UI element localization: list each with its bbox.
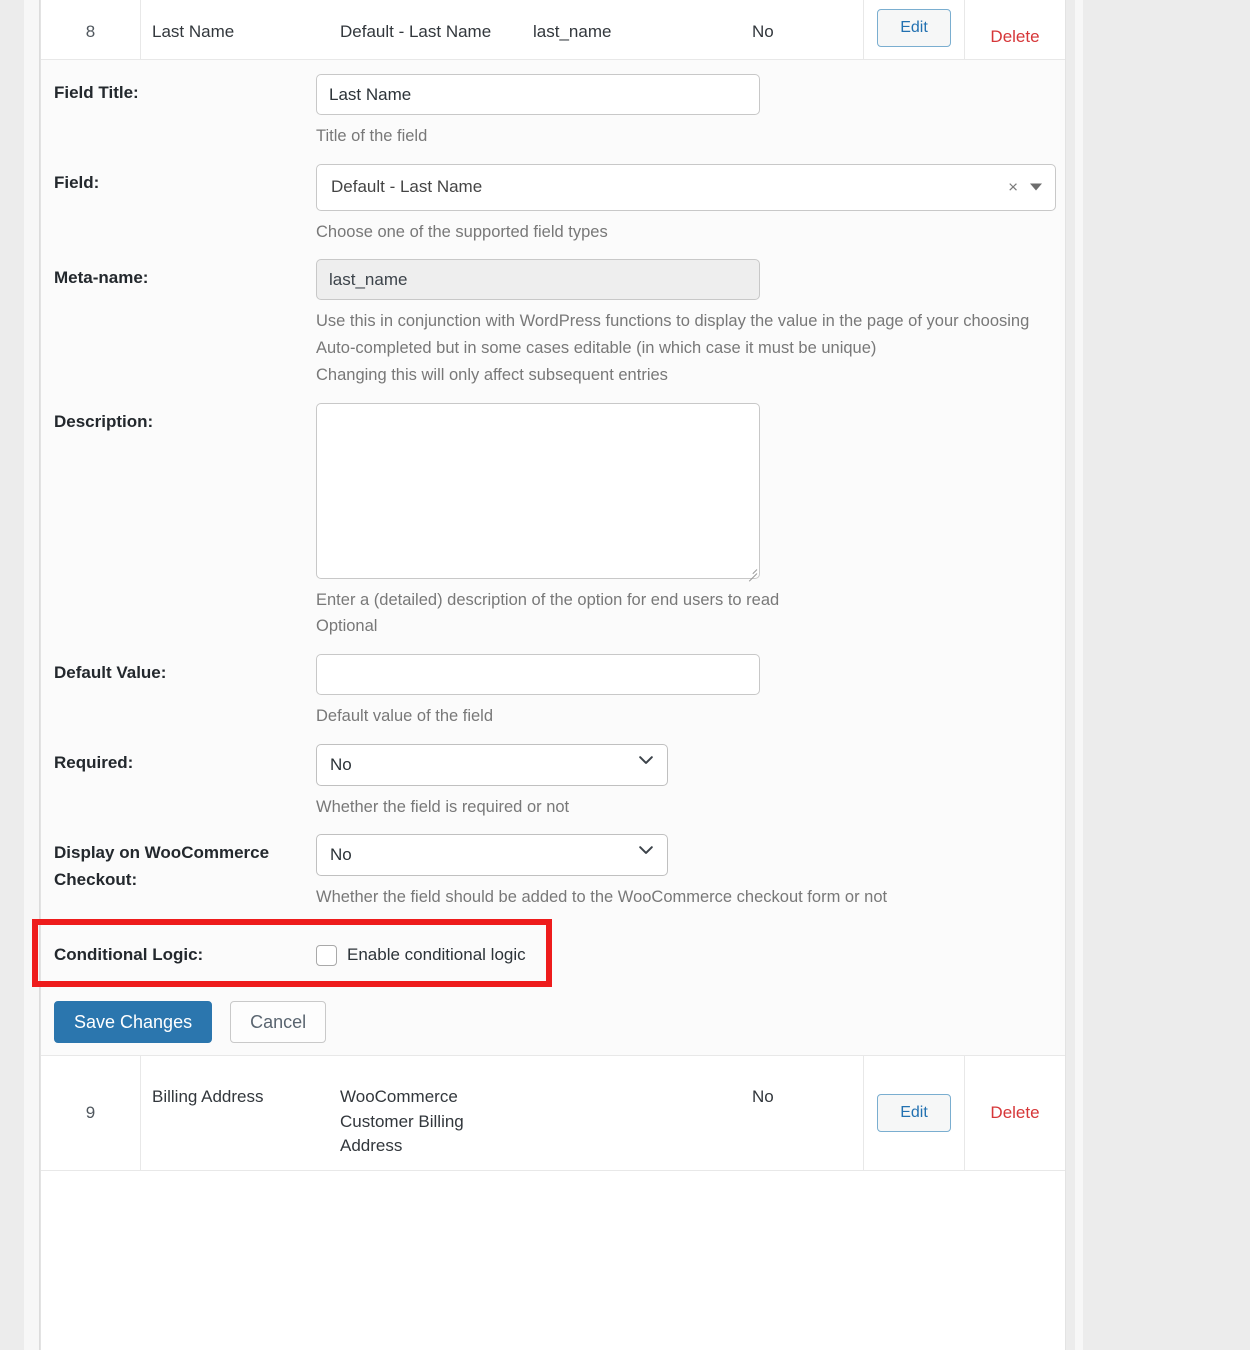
row-field-type: WooCommerce Customer Billing Address (340, 1087, 464, 1156)
page-left-gutter (0, 0, 24, 1350)
field-title-hint: Title of the field (316, 127, 428, 145)
row-required: No (752, 1087, 774, 1107)
page-left-rail (24, 0, 40, 1350)
form-row-meta-name: Meta-name: Use this in conjunction with … (41, 245, 1065, 388)
description-label: Description: (54, 411, 154, 431)
row-required: No (752, 22, 774, 41)
page-right-separator (1075, 0, 1083, 1350)
field-hint: Choose one of the supported field types (316, 222, 608, 241)
field-select-value: Default - Last Name (331, 177, 483, 197)
required-select-value: No (330, 754, 352, 774)
field-title-input[interactable] (316, 74, 760, 115)
delete-link[interactable]: Delete (990, 27, 1039, 47)
form-row-field-title: Field Title: Title of the field (41, 60, 1065, 150)
row-delete-cell: Delete (964, 1056, 1065, 1171)
row-edit-cell: Edit (863, 0, 964, 59)
required-select[interactable]: No (316, 743, 668, 786)
enable-conditional-logic-checkbox[interactable] (316, 944, 337, 966)
row-field-type: Default - Last Name (340, 22, 492, 41)
default-value-input[interactable] (316, 654, 760, 696)
cancel-button[interactable]: Cancel (230, 1001, 327, 1044)
clear-icon[interactable]: × (1008, 179, 1018, 196)
meta-name-hint-3: Changing this will only affect subsequen… (316, 365, 668, 384)
woocommerce-checkout-select-wrap: No (316, 834, 668, 877)
meta-name-hint-2: Auto-completed but in some cases editabl… (316, 339, 877, 358)
field-select[interactable]: Default - Last Name × (316, 163, 1056, 211)
required-label: Required: (54, 752, 134, 772)
fields-table-card: 8 Last Name Default - Last Name last_nam… (32, 0, 1066, 1350)
woocommerce-checkout-select-value: No (330, 845, 352, 865)
form-row-required: Required: No Whether the field is requir… (41, 730, 1065, 821)
description-textarea-wrap (316, 402, 760, 582)
field-title-label: Field Title: (54, 83, 139, 102)
field-edit-form: Field Title: Title of the field Field: D… (32, 60, 1065, 1057)
delete-link[interactable]: Delete (990, 1103, 1039, 1123)
edit-button[interactable]: Edit (877, 1094, 951, 1133)
chevron-down-icon[interactable] (1030, 183, 1042, 191)
description-control: Enter a (detailed) description of the op… (316, 389, 1065, 640)
row-field-title: Billing Address (140, 1056, 340, 1171)
woocommerce-checkout-control: No Whether the field should be added to … (316, 820, 1065, 911)
edit-button[interactable]: Edit (877, 9, 951, 47)
form-row-woocommerce-checkout: Display on WooCommerce Checkout: No Whet… (41, 820, 1065, 911)
meta-name-input[interactable] (316, 259, 760, 301)
meta-name-control: Use this in conjunction with WordPress f… (316, 245, 1065, 388)
row-meta-name: last_name (533, 22, 612, 41)
field-control: Default - Last Name × Choose one of the … (316, 150, 1065, 246)
form-row-default-value: Default Value: Default value of the fiel… (41, 640, 1065, 730)
woocommerce-checkout-select[interactable]: No (316, 834, 668, 877)
conditional-logic-inner: Conditional Logic: Enable conditional lo… (41, 927, 1065, 983)
description-hint-2: Optional (316, 617, 378, 636)
row-edit-cell: Edit (863, 1056, 964, 1171)
woocommerce-checkout-hint: Whether the field should be added to the… (316, 888, 888, 907)
form-row-description: Description: Enter a (detailed) descript… (41, 389, 1065, 640)
default-value-label: Default Value: (54, 663, 167, 683)
default-value-control: Default value of the field (316, 640, 1065, 730)
required-select-wrap: No (316, 743, 668, 786)
table-row[interactable]: 8 Last Name Default - Last Name last_nam… (41, 0, 1065, 60)
field-title-control: Title of the field (316, 60, 1065, 150)
description-textarea[interactable] (316, 402, 760, 579)
row-meta-name (533, 1056, 678, 1170)
required-control: No Whether the field is required or not (316, 730, 1065, 821)
field-label: Field: (54, 172, 100, 192)
save-changes-button[interactable]: Save Changes (54, 1001, 213, 1044)
table-row[interactable]: 9 Billing Address WooCommerce Customer B… (41, 1056, 1065, 1172)
page-right-gutter (1083, 0, 1250, 1350)
conditional-logic-label: Conditional Logic: (54, 945, 204, 965)
row-id: 8 (85, 22, 96, 41)
meta-name-hint-1: Use this in conjunction with WordPress f… (316, 312, 1030, 331)
row-id: 9 (85, 1103, 96, 1123)
description-hint-1: Enter a (detailed) description of the op… (316, 590, 780, 609)
woocommerce-checkout-label: Display on WooCommerce Checkout: (54, 843, 270, 889)
form-row-conditional-logic: Conditional Logic: Enable conditional lo… (32, 919, 1065, 988)
meta-name-label: Meta-name: (54, 268, 149, 288)
enable-conditional-logic-label[interactable]: Enable conditional logic (347, 945, 526, 965)
form-actions: Save Changes Cancel (41, 983, 1065, 1044)
required-hint: Whether the field is required or not (316, 797, 570, 816)
form-row-field: Field: Default - Last Name × Choose one … (41, 150, 1065, 246)
page-root: 8 Last Name Default - Last Name last_nam… (0, 0, 1250, 1350)
default-value-hint: Default value of the field (316, 707, 494, 726)
row-delete-cell: Delete (964, 0, 1065, 59)
row-field-title: Last Name (140, 0, 340, 59)
